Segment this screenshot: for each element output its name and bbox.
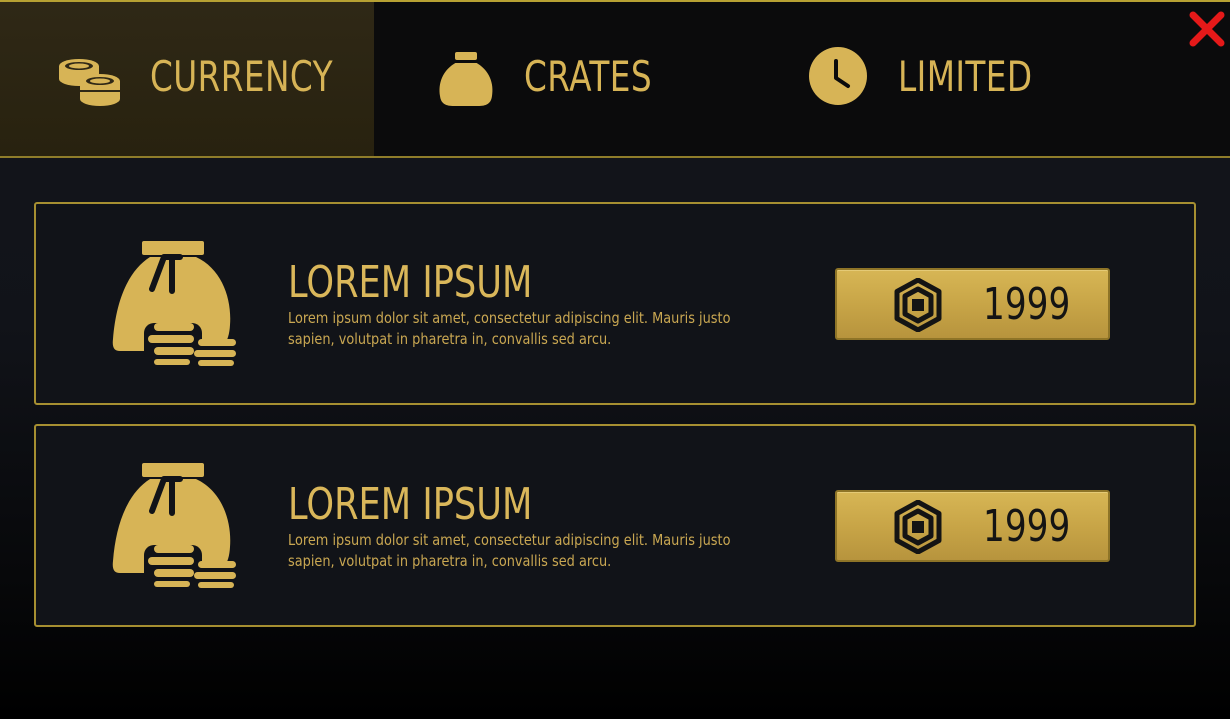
item-card: LOREM IPSUM Lorem ipsum dolor sit amet, … (34, 424, 1196, 627)
item-title: LOREM IPSUM (288, 479, 533, 530)
tab-currency-label: CURRENCY (150, 52, 334, 101)
buy-button[interactable]: 1999 (835, 490, 1110, 562)
tab-bar: CURRENCY CRATES LIMITED (0, 2, 1230, 158)
buy-button[interactable]: 1999 (835, 268, 1110, 340)
money-bag-coins-icon (112, 241, 240, 367)
tab-crates[interactable]: CRATES (374, 2, 748, 156)
price-label: 1999 (983, 279, 1071, 330)
item-title: LOREM IPSUM (288, 257, 533, 308)
item-card: LOREM IPSUM Lorem ipsum dolor sit amet, … (34, 202, 1196, 405)
money-bag-icon (439, 52, 493, 106)
close-icon[interactable] (1188, 10, 1226, 48)
item-description: Lorem ipsum dolor sit amet, consectetur … (288, 309, 731, 348)
item-description: Lorem ipsum dolor sit amet, consectetur … (288, 531, 731, 570)
tab-currency[interactable]: CURRENCY (0, 2, 374, 156)
tab-crates-label: CRATES (524, 52, 653, 101)
clock-icon (809, 47, 867, 105)
coins-icon (59, 59, 120, 106)
tab-limited-label: LIMITED (898, 52, 1033, 101)
robux-icon (894, 500, 942, 554)
tab-limited[interactable]: LIMITED (748, 2, 1230, 156)
shop-window: CURRENCY CRATES LIMITED LOREM IPSUM Lore… (0, 0, 1230, 719)
robux-icon (894, 278, 942, 332)
price-label: 1999 (983, 501, 1071, 552)
money-bag-coins-icon (112, 463, 240, 589)
